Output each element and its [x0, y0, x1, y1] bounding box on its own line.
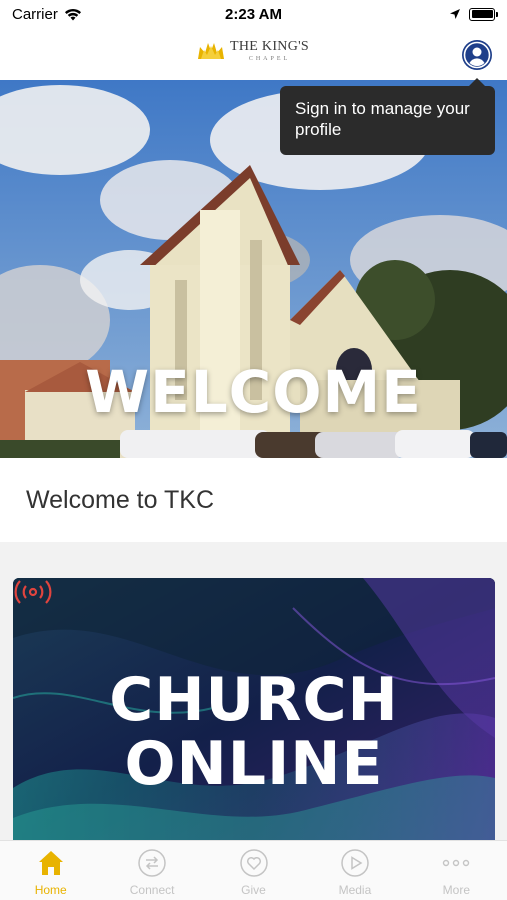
tab-more[interactable]: More	[406, 841, 507, 900]
app-header: THE KING'S CHAPEL	[0, 28, 507, 80]
tab-more-label: More	[442, 883, 470, 897]
church-online-line2: ONLINE	[124, 729, 384, 799]
logo-sub-text: CHAPEL	[248, 56, 291, 62]
welcome-card[interactable]: Welcome to TKC	[0, 458, 507, 542]
broadcast-icon	[14, 580, 52, 604]
app-logo: THE KING'S CHAPEL	[196, 40, 309, 62]
location-icon	[450, 9, 460, 19]
hero-title: WELCOME	[85, 358, 422, 426]
tooltip-text: Sign in to manage your profile	[295, 99, 470, 139]
welcome-text: Welcome to TKC	[26, 485, 215, 514]
wifi-icon	[64, 8, 81, 20]
heart-icon	[239, 848, 269, 878]
church-online-card[interactable]: CHURCH ONLINE	[13, 578, 495, 842]
tab-give[interactable]: Give	[203, 841, 304, 900]
play-icon	[340, 848, 370, 878]
church-online-title: CHURCH ONLINE	[13, 668, 495, 796]
tab-media[interactable]: Media	[304, 841, 405, 900]
status-right	[325, 7, 498, 21]
tab-give-label: Give	[241, 883, 266, 897]
tab-connect[interactable]: Connect	[101, 841, 202, 900]
status-bar: Carrier 2:23 AM	[0, 0, 507, 28]
carrier-label: Carrier	[12, 5, 58, 23]
profile-button[interactable]	[462, 40, 492, 70]
logo-main-text: THE KING'S	[230, 39, 310, 54]
tab-connect-label: Connect	[129, 883, 175, 897]
battery-icon	[469, 7, 498, 21]
tab-media-label: Media	[338, 883, 372, 897]
user-icon	[463, 41, 491, 69]
tab-home-label: Home	[34, 883, 67, 897]
tab-home[interactable]: Home	[0, 841, 101, 900]
tab-bar: Home Connect Give Media More	[0, 840, 507, 900]
more-icon	[441, 848, 471, 878]
sign-in-tooltip[interactable]: Sign in to manage your profile	[280, 78, 495, 155]
status-time: 2:23 AM	[225, 5, 282, 23]
connect-icon	[137, 848, 167, 878]
church-online-line1: CHURCH	[109, 665, 399, 735]
home-icon	[36, 848, 66, 878]
crown-icon	[198, 43, 224, 59]
status-left: Carrier	[12, 6, 182, 23]
logo-text: THE KING'S CHAPEL	[230, 39, 310, 63]
